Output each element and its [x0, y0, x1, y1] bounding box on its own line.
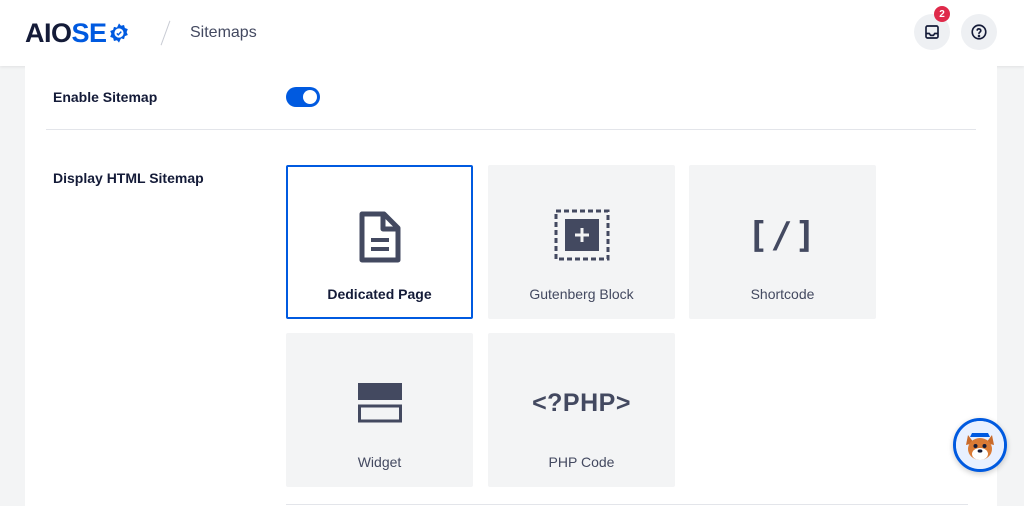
block-plus-icon	[554, 209, 609, 261]
option-shortcode[interactable]: [/] Shortcode	[689, 165, 876, 319]
option-label: Shortcode	[750, 286, 815, 302]
section-bottom-divider	[286, 504, 968, 505]
document-icon	[359, 211, 400, 263]
option-php-code[interactable]: <?PHP> PHP Code	[488, 333, 675, 487]
top-bar: AIO SE Sitemaps 2	[0, 0, 1024, 66]
notification-count-badge: 2	[934, 6, 950, 22]
row-divider	[46, 129, 976, 130]
assistant-mascot-button[interactable]	[953, 418, 1007, 472]
option-gutenberg-block[interactable]: Gutenberg Block	[488, 165, 675, 319]
gear-logo-icon	[109, 23, 128, 43]
option-label: Widget	[357, 454, 402, 470]
option-label: Gutenberg Block	[529, 286, 634, 302]
mascot-avatar-icon	[956, 421, 1004, 469]
logo-text-aio: AIO	[25, 18, 72, 48]
option-label: Dedicated Page	[327, 286, 432, 302]
php-icon: <?PHP>	[532, 388, 631, 417]
enable-sitemap-toggle[interactable]	[286, 87, 320, 107]
inbox-icon	[925, 25, 939, 39]
logo-text-se: SE	[71, 18, 108, 48]
enable-sitemap-label: Enable Sitemap	[53, 89, 158, 105]
option-widget[interactable]: Widget	[286, 333, 473, 487]
toggle-knob	[303, 90, 317, 104]
help-circle-icon	[971, 24, 987, 40]
breadcrumb-current: Sitemaps	[190, 24, 257, 41]
shortcode-icon: [/]	[746, 214, 819, 256]
aioseo-logo[interactable]: AIO SE	[25, 19, 130, 47]
breadcrumb-separator	[160, 20, 171, 46]
option-label: PHP Code	[548, 454, 615, 470]
option-dedicated-page[interactable]: Dedicated Page	[286, 165, 473, 319]
help-button[interactable]	[961, 14, 997, 50]
widget-icon	[357, 383, 402, 423]
display-html-sitemap-label: Display HTML Sitemap	[53, 170, 204, 186]
